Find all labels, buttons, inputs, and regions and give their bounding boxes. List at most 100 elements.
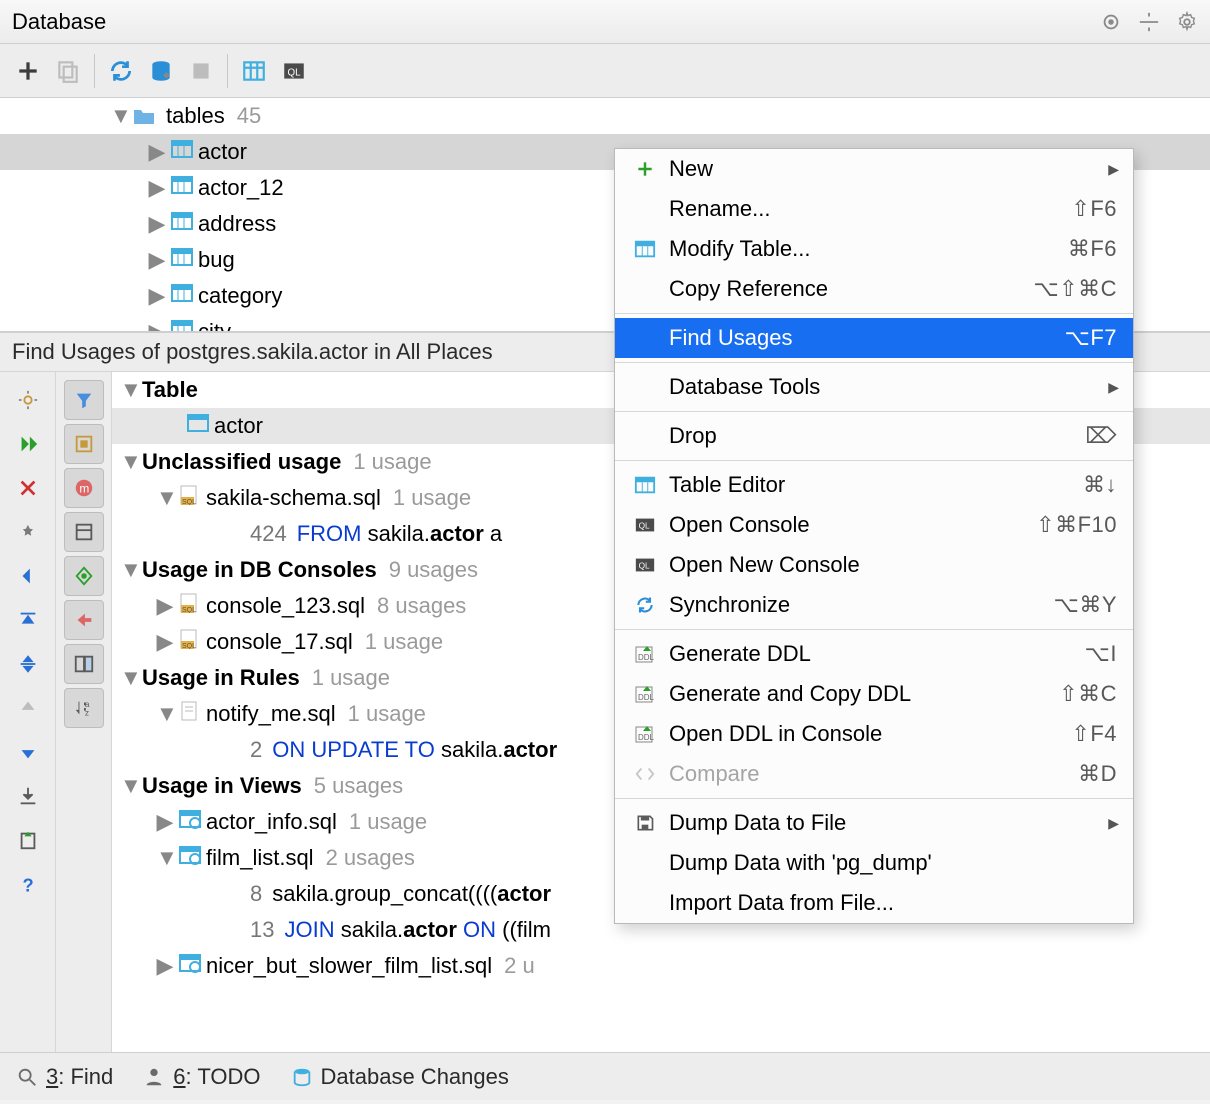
expand-icon[interactable]: ▶ — [156, 953, 174, 979]
copy-icon[interactable] — [54, 57, 82, 85]
context-menu-item[interactable]: New — [615, 149, 1133, 189]
context-menu-item[interactable]: Compare⌘D — [615, 754, 1133, 794]
context-menu-item[interactable]: Import Data from File... — [615, 883, 1133, 923]
context-menu-item[interactable]: QLOpen Console⇧⌘F10 — [615, 505, 1133, 545]
rerun-icon[interactable] — [8, 424, 48, 464]
file-name: film_list.sql — [206, 845, 314, 871]
import-icon[interactable] — [64, 600, 104, 640]
close-icon[interactable] — [8, 468, 48, 508]
group-usage-icon[interactable] — [64, 556, 104, 596]
tree-folder-tables[interactable]: ▼ tables 45 — [0, 98, 1210, 134]
preview-icon[interactable] — [64, 644, 104, 684]
menu-label: Generate DDL — [669, 641, 811, 667]
add-icon[interactable] — [14, 57, 42, 85]
table-icon — [170, 319, 194, 332]
expand-icon[interactable]: ▼ — [110, 103, 128, 129]
collapse-center-icon[interactable] — [8, 644, 48, 684]
target-icon[interactable] — [1100, 11, 1122, 33]
pin-icon[interactable] — [8, 512, 48, 552]
expand-icon[interactable]: ▼ — [156, 845, 174, 871]
table-icon — [186, 413, 210, 439]
prev-icon[interactable] — [8, 556, 48, 596]
usage-file[interactable]: ▶ nicer_but_slower_film_list.sql 2 u — [112, 948, 1210, 984]
menu-label: Open Console — [669, 512, 810, 538]
context-menu-item[interactable]: Dump Data with 'pg_dump' — [615, 843, 1133, 883]
expand-icon[interactable]: ▼ — [120, 557, 138, 583]
expand-icon[interactable]: ▶ — [156, 593, 174, 619]
find-tool-window-button[interactable]: 3: Find — [16, 1064, 113, 1090]
context-menu-item[interactable]: Dump Data to File — [615, 803, 1133, 843]
context-menu-item[interactable]: Rename...⇧F6 — [615, 189, 1133, 229]
line-number: 13 — [250, 917, 274, 943]
line-number: 8 — [250, 881, 262, 907]
send-icon[interactable] — [8, 820, 48, 860]
expand-icon[interactable]: ▶ — [148, 175, 166, 201]
split-icon[interactable] — [1138, 11, 1160, 33]
refresh-icon[interactable] — [107, 57, 135, 85]
magnifier-icon — [16, 1066, 38, 1088]
expand-icon[interactable]: ▼ — [120, 377, 138, 403]
expand-icon[interactable]: ▼ — [120, 449, 138, 475]
expand-icon[interactable]: ▶ — [148, 247, 166, 273]
collapse-up-icon[interactable] — [8, 600, 48, 640]
menu-shortcut: ⇧F4 — [1071, 721, 1117, 747]
todo-tool-window-button[interactable]: 6: TODO — [143, 1064, 260, 1090]
expand-icon[interactable]: ▶ — [148, 139, 166, 165]
expand-icon[interactable]: ▶ — [148, 319, 166, 332]
expand-icon[interactable]: ▼ — [156, 485, 174, 511]
person-icon — [143, 1066, 165, 1088]
filter-icon[interactable] — [64, 380, 104, 420]
menu-shortcut: ⌘F6 — [1068, 236, 1117, 262]
group-module-icon[interactable] — [64, 424, 104, 464]
export-icon[interactable] — [8, 776, 48, 816]
context-menu-item[interactable]: QLOpen New Console — [615, 545, 1133, 585]
context-menu-item[interactable]: Table Editor⌘↓ — [615, 465, 1133, 505]
gear-icon[interactable] — [1176, 11, 1198, 33]
file-icon: SQL — [178, 593, 202, 619]
up-icon[interactable] — [8, 688, 48, 728]
context-menu[interactable]: NewRename...⇧F6Modify Table...⌘F6Copy Re… — [614, 148, 1134, 924]
usage-count: 1 usage — [312, 665, 390, 691]
find-usages-title: Find Usages of postgres.sakila.actor in … — [12, 339, 493, 365]
expand-icon[interactable]: ▼ — [156, 701, 174, 727]
context-menu-item[interactable]: DDLGenerate and Copy DDL⇧⌘C — [615, 674, 1133, 714]
db-changes-tool-window-button[interactable]: Database Changes — [291, 1064, 509, 1090]
sort-icon[interactable]: az — [64, 688, 104, 728]
expand-icon[interactable]: ▶ — [148, 211, 166, 237]
menu-label: Database Tools — [669, 374, 820, 400]
context-menu-item[interactable]: DDLOpen DDL in Console⇧F4 — [615, 714, 1133, 754]
stop-icon[interactable] — [187, 57, 215, 85]
menu-label: Generate and Copy DDL — [669, 681, 911, 707]
scroll-source-icon[interactable] — [64, 512, 104, 552]
context-menu-item[interactable]: Drop⌦ — [615, 416, 1133, 456]
help-icon[interactable]: ? — [8, 864, 48, 904]
expand-icon[interactable]: ▶ — [156, 629, 174, 655]
menu-label: Rename... — [669, 196, 771, 222]
expand-icon[interactable]: ▼ — [120, 665, 138, 691]
svg-text:SQL: SQL — [182, 607, 196, 613]
context-menu-item[interactable]: Database Tools — [615, 367, 1133, 407]
context-menu-item[interactable]: DDLGenerate DDL⌥I — [615, 634, 1133, 674]
context-menu-item[interactable]: Copy Reference⌥⇧⌘C — [615, 269, 1133, 309]
table-label: city — [198, 319, 231, 332]
table-editor-icon[interactable] — [240, 57, 268, 85]
statusbar: 3: Find 6: TODO Database Changes — [0, 1052, 1210, 1100]
datasource-icon[interactable] — [147, 57, 175, 85]
down-icon[interactable] — [8, 732, 48, 772]
ql-console-icon[interactable]: QL — [280, 57, 308, 85]
expand-icon[interactable]: ▶ — [156, 809, 174, 835]
panel-title: Database — [12, 9, 106, 35]
svg-text:m: m — [79, 482, 89, 496]
context-menu-item[interactable]: Synchronize⌥⌘Y — [615, 585, 1133, 625]
svg-text:DDL: DDL — [638, 653, 655, 662]
group-class-icon[interactable]: m — [64, 468, 104, 508]
svg-text:DDL: DDL — [638, 733, 655, 742]
folder-icon — [132, 106, 156, 126]
expand-icon[interactable]: ▼ — [120, 773, 138, 799]
file-name: actor_info.sql — [206, 809, 337, 835]
context-menu-item[interactable]: Find Usages⌥F7 — [615, 318, 1133, 358]
context-menu-item[interactable]: Modify Table...⌘F6 — [615, 229, 1133, 269]
usage-count: 1 usage — [393, 485, 471, 511]
settings-icon[interactable] — [8, 380, 48, 420]
expand-icon[interactable]: ▶ — [148, 283, 166, 309]
